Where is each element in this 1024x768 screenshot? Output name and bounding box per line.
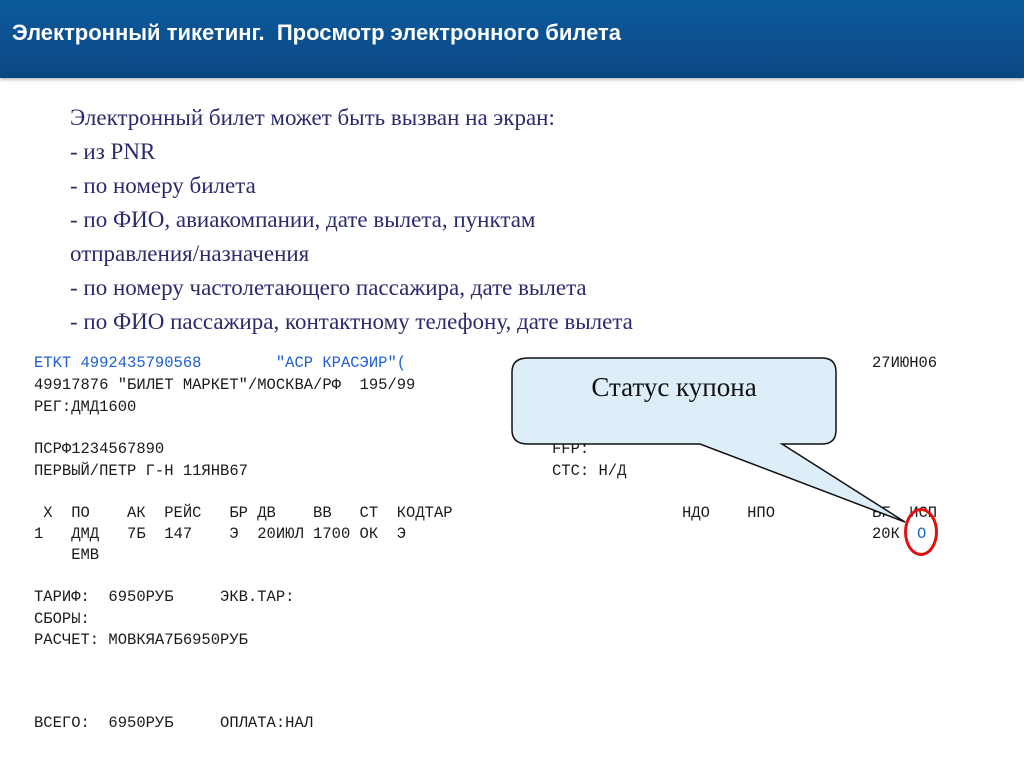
ticket-line-etkt: ETKT 4992435790568 "АСР КРАСЭИР"( xyxy=(34,354,407,372)
ticket-stc: СТС: Н/Д xyxy=(552,462,627,480)
intro-line: - из PNR xyxy=(70,139,156,164)
intro-line: - по ФИО пассажира, контактному телефону… xyxy=(70,309,633,334)
slide-header: Электронный тикетинг. Просмотр электронн… xyxy=(0,0,1024,78)
ticket-aircraft: EMB xyxy=(34,546,100,564)
ticket-line-agency: 49917876 "БИЛЕТ МАРКЕТ"/МОСКВА/РФ 195/99 xyxy=(34,376,416,394)
ticket-total: ВСЕГО: 6950РУБ ОПЛАТА:НАЛ xyxy=(34,714,314,732)
ticket-fare: ТАРИФ: 6950РУБ ЭКВ.ТАР: xyxy=(34,588,295,606)
intro-line: отправления/назначения xyxy=(70,241,310,266)
coupon-status-highlight-circle xyxy=(904,508,938,556)
ticket-calc: РАСЧЕТ: МОВКЯА7Б6950РУБ xyxy=(34,631,248,649)
intro-line: - по номеру частолетающего пассажира, да… xyxy=(70,275,587,300)
ticket-line-passport: ПСРФ1234567890 xyxy=(34,440,165,458)
ticket-line-passenger: ПЕРВЫЙ/ПЕТР Г-Н 11ЯНВ67 xyxy=(34,462,248,480)
intro-line: - по номеру билета xyxy=(70,173,256,198)
ticket-segment-baggage: 20К xyxy=(872,525,900,543)
intro-text: Электронный билет может быть вызван на э… xyxy=(70,101,850,339)
ticket-segment-row: 1 ДМД 7Б 147 Э 20ИЮЛ 1700 ОК Э xyxy=(34,525,407,543)
ticket-taxes: СБОРЫ: xyxy=(34,610,90,628)
ticket-columns-header: X ПО АК РЕЙС БР ДВ ВВ СТ КОДТАР xyxy=(34,504,453,522)
callout-label: Статус купона xyxy=(591,372,757,402)
ticket-terminal-display: ETKT 4992435790568 "АСР КРАСЭИР"( 27ИЮН0… xyxy=(34,353,994,763)
ticket-columns-header-mid: НДО НПО xyxy=(682,504,776,522)
ticket-issue-date: 27ИЮН06 xyxy=(872,354,938,372)
ticket-ffp: FFP: xyxy=(552,440,590,458)
ticket-line-reg: РЕГ:ДМД1600 xyxy=(34,398,137,416)
slide-title: Электронный тикетинг. Просмотр электронн… xyxy=(12,20,622,45)
intro-line: - по ФИО, авиакомпании, дате вылета, пун… xyxy=(70,207,536,232)
intro-line: Электронный билет может быть вызван на э… xyxy=(70,105,555,130)
